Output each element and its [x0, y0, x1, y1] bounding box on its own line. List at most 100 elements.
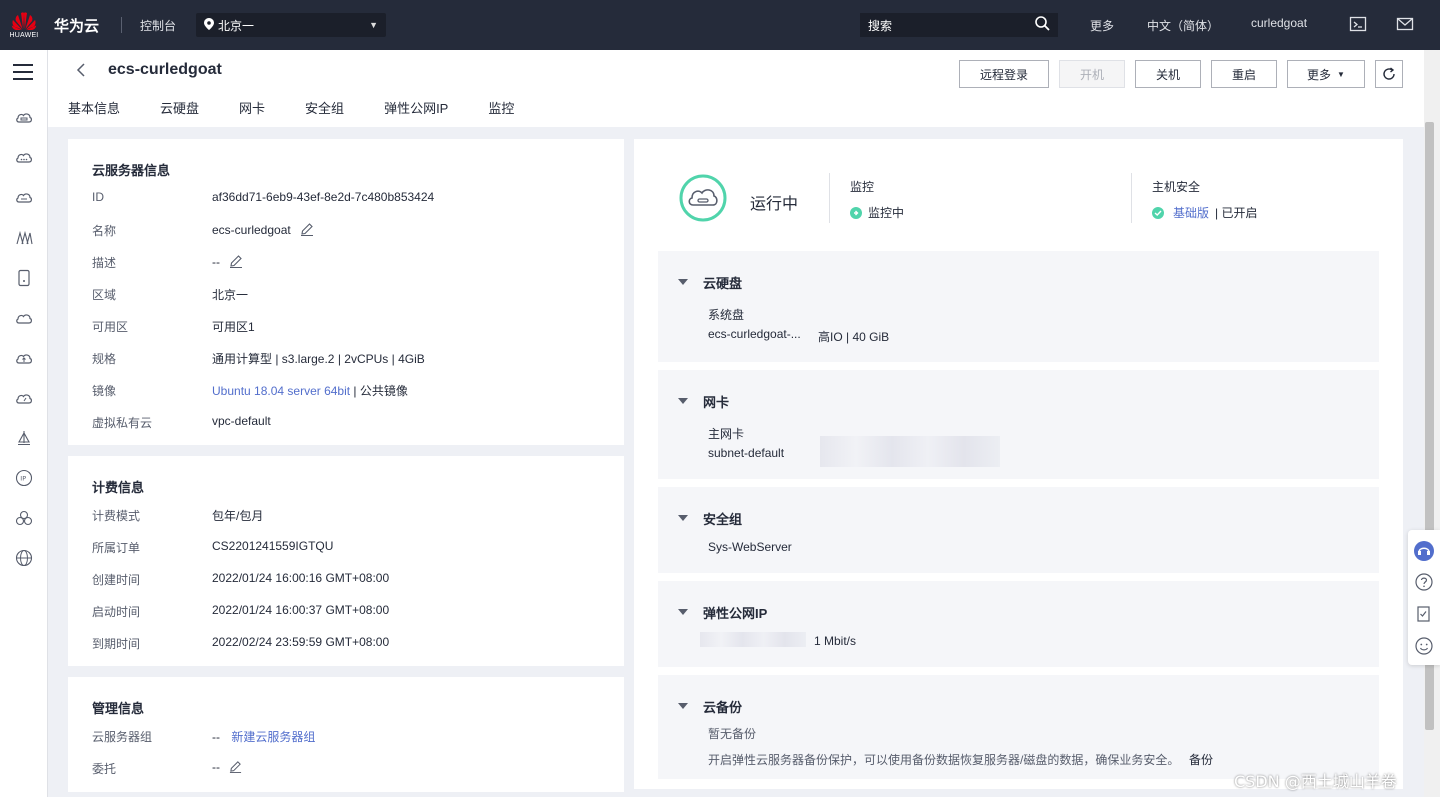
redacted-ip: [820, 436, 1000, 467]
page-header: ecs-curledgoat 远程登录 开机 关机 重启 更多 ▼ 基本信息 云…: [48, 50, 1424, 127]
mail-icon[interactable]: [1396, 15, 1414, 33]
restart-button[interactable]: 重启: [1211, 60, 1277, 88]
card-title: 管理信息: [92, 701, 145, 716]
row-label: 计费模式: [92, 509, 141, 523]
collapse-arrow-icon[interactable]: [678, 609, 688, 615]
ip-icon[interactable]: IP: [15, 469, 33, 487]
agency-field: --: [212, 760, 242, 776]
refresh-button[interactable]: [1375, 60, 1403, 88]
running-status-icon: [679, 174, 727, 222]
tab-security-groups[interactable]: 安全组: [305, 98, 344, 117]
tab-disks[interactable]: 云硬盘: [160, 98, 199, 117]
collapse-arrow-icon[interactable]: [678, 279, 688, 285]
cloud-gauge-icon[interactable]: [15, 389, 33, 407]
section-title[interactable]: 安全组: [703, 509, 742, 528]
row-label: 到期时间: [92, 637, 141, 651]
row-label: 创建时间: [92, 573, 141, 587]
management-info-card: 管理信息 云服务器组 -- 新建云服务器组 委托 --: [68, 677, 624, 792]
cluster-icon[interactable]: [15, 509, 33, 527]
logo-text: HUAWEI: [9, 32, 39, 39]
cloud-server-icon[interactable]: [15, 189, 33, 207]
brand-name[interactable]: 华为云: [54, 15, 99, 36]
huawei-logo[interactable]: HUAWEI: [0, 0, 48, 50]
more-actions-label: 更多: [1307, 67, 1332, 82]
overview-panel: 运行中 监控 监控中 主机安全 基础版 | 已开启 云硬盘 系统盘 ecs-cu…: [634, 139, 1403, 789]
edit-icon[interactable]: [229, 254, 243, 271]
power-on-button[interactable]: 开机: [1059, 60, 1125, 88]
section-title[interactable]: 弹性公网IP: [703, 603, 767, 622]
row-label: 所属订单: [92, 541, 141, 555]
more-menu[interactable]: 更多: [1090, 17, 1114, 34]
back-arrow-icon[interactable]: [76, 62, 86, 83]
search-input[interactable]: 搜索: [860, 13, 1058, 37]
shutdown-button[interactable]: 关机: [1135, 60, 1201, 88]
refresh-icon: [1383, 67, 1395, 80]
image-link[interactable]: Ubuntu 18.04 server 64bit: [212, 384, 350, 398]
network-icon[interactable]: [15, 229, 33, 247]
disk-link[interactable]: ecs-curledgoat-...: [708, 327, 801, 341]
search-icon[interactable]: [1035, 16, 1050, 34]
more-actions-button[interactable]: 更多 ▼: [1287, 60, 1365, 88]
user-menu[interactable]: curledgoat: [1251, 16, 1307, 30]
eip-bandwidth: 1 Mbit/s: [814, 634, 857, 648]
create-server-group-link[interactable]: 新建云服务器组: [231, 730, 315, 744]
ecs-icon[interactable]: [15, 109, 33, 127]
divider: [1131, 173, 1132, 223]
vpc-link[interactable]: vpc-default: [212, 414, 271, 428]
menu-icon[interactable]: [13, 64, 33, 80]
chevron-down-icon: ▼: [369, 20, 379, 30]
server-name-field: ecs-curledgoat: [212, 222, 314, 239]
system-disk-label: 系统盘: [708, 308, 745, 322]
remote-login-button[interactable]: 远程登录: [959, 60, 1049, 88]
billing-mode: 包年/包月: [212, 509, 264, 523]
primary-nic-label: 主网卡: [708, 427, 745, 441]
order-link[interactable]: CS2201241559IGTQU: [212, 539, 333, 553]
watermark: CSDN @西土城山羊卷: [1234, 772, 1397, 791]
tab-nics[interactable]: 网卡: [239, 98, 265, 117]
region-select[interactable]: 北京一 ▼: [196, 13, 387, 37]
server-group-field: -- 新建云服务器组: [212, 728, 315, 745]
tab-eips[interactable]: 弹性公网IP: [384, 98, 448, 117]
cloud-icon[interactable]: [15, 309, 33, 327]
section-title[interactable]: 网卡: [703, 392, 729, 411]
expire-time: 2022/02/24 23:59:59 GMT+08:00: [212, 635, 390, 649]
security-group-section: 安全组 Sys-WebServer: [658, 487, 1379, 573]
section-title[interactable]: 云硬盘: [703, 273, 742, 292]
feedback-icon[interactable]: [1415, 605, 1433, 623]
console-link[interactable]: 控制台: [140, 17, 176, 34]
edit-icon[interactable]: [300, 222, 314, 239]
smiley-icon[interactable]: [1415, 637, 1433, 655]
security-edition-link[interactable]: 基础版: [1173, 204, 1209, 221]
no-backup-text: 暂无备份: [708, 727, 757, 741]
collapse-arrow-icon[interactable]: [678, 703, 688, 709]
edit-icon[interactable]: [229, 760, 242, 776]
cloud-dots-icon[interactable]: [15, 149, 33, 167]
monitor-value: 监控中: [868, 206, 905, 220]
security-group-link[interactable]: Sys-WebServer: [708, 540, 792, 554]
divider: [829, 173, 830, 223]
backup-link[interactable]: 备份: [1189, 751, 1213, 768]
host-security-status: 基础版 | 已开启: [1152, 204, 1257, 221]
language-select[interactable]: 中文（简体）: [1147, 17, 1219, 34]
security-enabled: | 已开启: [1215, 206, 1258, 220]
cloud-upload-icon[interactable]: [15, 349, 33, 367]
row-label: 可用区: [92, 320, 129, 334]
tab-basic-info[interactable]: 基本信息: [68, 98, 120, 117]
collapse-arrow-icon[interactable]: [678, 515, 688, 521]
started-time: 2022/01/24 16:00:37 GMT+08:00: [212, 603, 390, 617]
nic-section: 网卡 主网卡 subnet-default: [658, 370, 1379, 479]
card-title: 计费信息: [92, 480, 145, 495]
help-icon[interactable]: [1415, 573, 1433, 591]
collapse-arrow-icon[interactable]: [678, 398, 688, 404]
cloud-shell-icon[interactable]: [1349, 15, 1367, 33]
description-value: --: [212, 255, 220, 269]
svg-text:IP: IP: [20, 475, 26, 483]
image-type: | 公共镜像: [350, 384, 408, 398]
customer-service-icon[interactable]: [1414, 541, 1434, 561]
section-title[interactable]: 云备份: [703, 697, 742, 716]
sail-icon[interactable]: [15, 429, 33, 447]
storage-icon[interactable]: [15, 269, 33, 287]
tab-monitoring[interactable]: 监控: [488, 98, 514, 117]
disk-info: 高IO | 40 GiB: [818, 330, 890, 344]
globe-icon[interactable]: [15, 549, 33, 567]
